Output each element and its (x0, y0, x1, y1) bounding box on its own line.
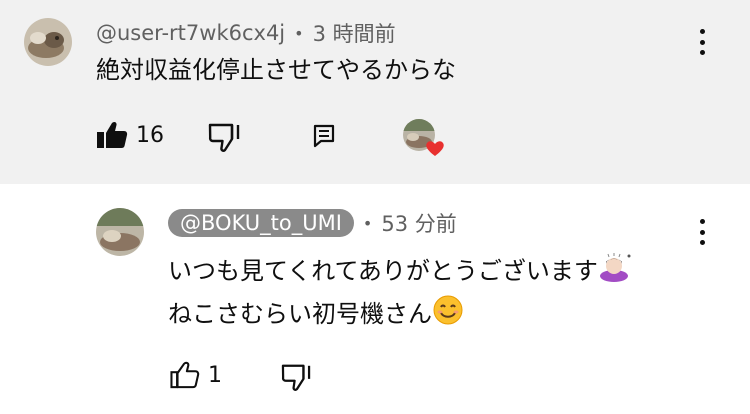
comment-reply: @BOKU_to_UMI • 53 分前 いつも見てくれてありがとうございます … (0, 184, 750, 414)
meta-separator: • (362, 213, 373, 233)
reply-menu-button[interactable] (690, 216, 714, 248)
commenter-handle[interactable]: @user-rt7wk6cx4j (96, 21, 285, 45)
comment-timestamp[interactable]: 3 時間前 (313, 18, 396, 48)
reply-meta: @BOKU_to_UMI • 53 分前 (168, 208, 457, 238)
dislike-button[interactable] (208, 122, 240, 152)
reply-line-2-text: ねこさむらい初号機さん (168, 300, 432, 328)
like-count: 16 (136, 122, 164, 148)
replier-avatar[interactable] (96, 208, 144, 256)
reply-text-line-1: いつも見てくれてありがとうございます (168, 252, 632, 292)
dislike-icon (281, 364, 311, 391)
like-button[interactable]: 16 (96, 120, 164, 150)
reply-timestamp[interactable]: 53 分前 (381, 208, 456, 238)
person-bowing-emoji (598, 252, 632, 292)
reply-line-1-text: いつも見てくれてありがとうございます (168, 257, 598, 285)
reply-text-line-2: ねこさむらい初号機さん (168, 294, 464, 336)
reply-like-count: 1 (208, 362, 222, 388)
creator-heart-badge[interactable] (403, 118, 447, 158)
like-outline-icon (170, 361, 200, 389)
comment-thread-top: @user-rt7wk6cx4j • 3 時間前 絶対収益化停止させてやるからな… (0, 0, 750, 184)
comment-meta: @user-rt7wk6cx4j • 3 時間前 (96, 18, 396, 48)
meta-separator: • (294, 23, 304, 43)
like-filled-icon (97, 121, 128, 148)
reply-icon (313, 124, 335, 148)
reply-button[interactable] (313, 124, 335, 148)
reply-dislike-button[interactable] (281, 363, 311, 391)
smiling-face-emoji (432, 294, 464, 336)
replier-handle-creator-badge[interactable]: @BOKU_to_UMI (168, 209, 354, 237)
comment-text: 絶対収益化停止させてやるからな (96, 56, 456, 84)
kebab-menu-icon (699, 29, 705, 34)
dislike-icon (208, 123, 240, 152)
reply-like-button[interactable]: 1 (170, 361, 222, 389)
kebab-menu-icon (699, 219, 705, 224)
creator-heart-icon (426, 141, 444, 156)
comment-menu-button[interactable] (690, 26, 714, 58)
commenter-avatar[interactable] (24, 18, 72, 66)
